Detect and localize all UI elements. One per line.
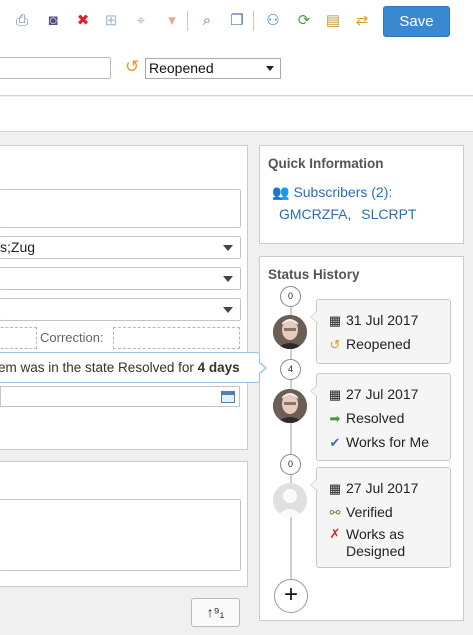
status-resolution: Works for Me — [346, 434, 429, 450]
state-select[interactable]: Reopened — [145, 58, 281, 79]
day-count-badge: 0 — [280, 286, 301, 307]
tab-band — [0, 97, 473, 132]
works-as-designed-icon: ✗ — [329, 526, 341, 541]
status-history-panel: Status History 0 ▦ 31 Jul 2017 ↺ Reopened … — [259, 256, 464, 621]
add-status-button[interactable]: + — [274, 579, 308, 613]
clipboard-icon[interactable]: ▤ — [323, 11, 343, 31]
sync-icon[interactable]: ⇄ — [352, 11, 372, 31]
copy-icon[interactable]: ❐ — [227, 11, 247, 31]
print-icon[interactable]: ⎙ — [12, 11, 32, 31]
status-state: Verified — [346, 504, 393, 520]
day-count-badge: 4 — [280, 359, 301, 380]
location-select[interactable]: s;Zug — [0, 236, 241, 259]
status-entry: ▦ 31 Jul 2017 ↺ Reopened — [310, 299, 451, 364]
status-state: Reopened — [346, 336, 411, 352]
resolution-line-2: Designed — [346, 543, 406, 559]
avatar — [273, 483, 307, 517]
btq-icon[interactable]: ⌖ — [131, 11, 151, 31]
status-state: Resolved — [346, 410, 405, 426]
status-resolution: Works as Designed — [346, 526, 405, 560]
select-field-2[interactable] — [0, 267, 241, 290]
chevron-down-icon — [223, 276, 233, 282]
state-select-value: Reopened — [149, 60, 214, 76]
title-input[interactable] — [0, 57, 111, 79]
tooltip-arrow-inner — [258, 362, 265, 374]
subscriber-link[interactable]: SLCRPT — [361, 206, 416, 222]
quick-information-title: Quick Information — [268, 156, 384, 171]
delete-icon[interactable]: ✖ — [73, 11, 93, 31]
subscribers-icon: 👥 — [272, 184, 290, 200]
entry-pointer-inner — [311, 480, 317, 490]
subscribers-link[interactable]: 👥 Subscribers (2): — [272, 184, 392, 201]
calendar-icon[interactable] — [221, 391, 235, 403]
subscribers-label: Subscribers (2): — [293, 184, 393, 200]
calendar-icon: ▦ — [328, 387, 342, 402]
camera-icon[interactable]: ◙ — [43, 11, 63, 31]
verified-glasses-icon: ⚯ — [329, 505, 341, 520]
toolbar-separator — [187, 11, 188, 31]
estimate-input[interactable] — [0, 327, 37, 349]
status-entry: ▦ 27 Jul 2017 ➡ Resolved ✔ Works for Me — [310, 373, 451, 461]
subscriber-link[interactable]: GMCRZFA, — [279, 206, 351, 222]
reopened-icon: ↺ — [329, 337, 341, 352]
tooltip-duration: 4 days — [197, 360, 240, 375]
location-select-value: s;Zug — [0, 239, 36, 255]
gitlab-icon[interactable]: ▾ — [162, 11, 182, 31]
date-input[interactable] — [0, 386, 240, 407]
toolbar-separator — [253, 11, 254, 31]
toolbar: ⎙ ◙ ✖ ⊞ ⌖ ▾ ⌕ ❐ ⚇ ⟳ ▤ ⇄ Save — [0, 0, 473, 44]
status-entry: ▦ 27 Jul 2017 ⚯ Verified ✗ Works as Designed — [310, 467, 451, 568]
state-row: ↺ Reopened — [0, 44, 473, 96]
status-date: 27 Jul 2017 — [346, 386, 419, 402]
state-duration-tooltip: em was in the state Resolved for 4 days — [0, 352, 267, 383]
chevron-down-icon — [266, 66, 274, 71]
hierarchy-icon[interactable]: ⊞ — [101, 11, 121, 31]
calendar-icon: ▦ — [328, 313, 342, 328]
chevron-down-icon — [223, 245, 233, 251]
chevron-down-icon — [223, 307, 233, 313]
subscriber-list: GMCRZFA, SLCRPT — [279, 206, 416, 222]
tooltip-text: em was in the state Resolved for — [0, 360, 198, 375]
notes-textarea[interactable] — [0, 499, 241, 571]
correction-input[interactable] — [113, 327, 240, 349]
document-search-icon[interactable]: ⌕ — [197, 11, 217, 31]
link-items-icon[interactable]: ⚇ — [263, 11, 283, 31]
status-date: 27 Jul 2017 — [346, 480, 419, 496]
save-button[interactable]: Save — [383, 6, 450, 37]
resolution-line-1: Works as — [346, 526, 405, 542]
status-date: 31 Jul 2017 — [346, 312, 419, 328]
status-history-title: Status History — [268, 267, 360, 282]
quick-information-panel: Quick Information 👥 Subscribers (2): GMCR… — [259, 145, 464, 244]
sort-button[interactable]: ↑⁹₁ — [191, 598, 240, 627]
notes-panel — [0, 461, 248, 587]
works-for-me-icon: ✔ — [329, 435, 341, 450]
resolved-arrow-icon: ➡ — [329, 411, 341, 426]
reopened-state-icon: ↺ — [125, 57, 140, 76]
day-count-badge: 0 — [280, 454, 301, 475]
description-field[interactable] — [0, 189, 241, 228]
entry-pointer-inner — [311, 312, 317, 322]
import-icon[interactable]: ⟳ — [294, 11, 314, 31]
avatar — [273, 389, 307, 423]
select-field-3[interactable] — [0, 298, 241, 321]
avatar — [273, 315, 307, 349]
entry-pointer-inner — [311, 386, 317, 396]
calendar-icon: ▦ — [328, 481, 342, 496]
correction-label: Correction: — [40, 330, 104, 345]
sort-icon: ↑⁹₁ — [206, 604, 225, 620]
